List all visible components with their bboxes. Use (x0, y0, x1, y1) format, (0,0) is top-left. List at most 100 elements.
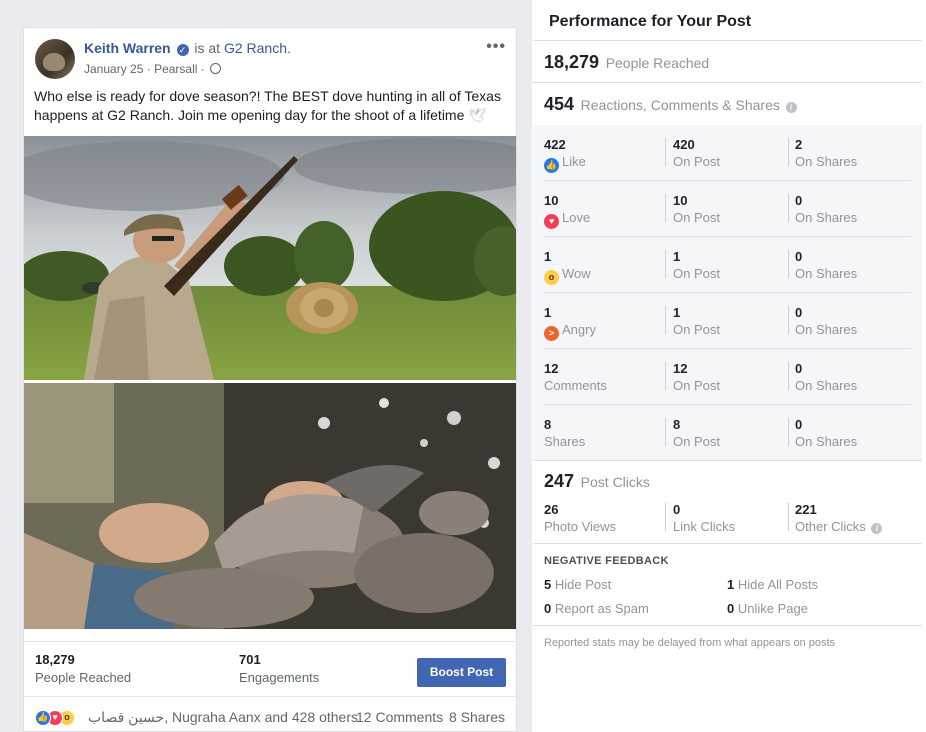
author-line: Keith Warren ✓ is at G2 Ranch. (84, 40, 291, 56)
spam-number: 0 (544, 601, 552, 616)
divider (533, 82, 922, 83)
globe-icon[interactable] (210, 63, 222, 74)
reaction-icons[interactable]: 👍 ♥ o (35, 708, 75, 726)
shares-count[interactable]: 8 Shares (449, 709, 505, 725)
hide-all-label: Hide All Posts (737, 577, 819, 592)
row-total-cell: 8 Shares (544, 418, 585, 450)
on-post-number: 10 (673, 193, 688, 208)
on-shares-cell: 0 On Shares (788, 249, 857, 281)
performance-panel: Performance for Your Post 18,279 People … (533, 0, 922, 732)
doves-photo-image (24, 383, 516, 629)
on-post-cell: 420 On Post (665, 137, 720, 169)
row-label-text: Angry (562, 322, 596, 337)
hunter-photo-image (24, 136, 516, 380)
post-location[interactable]: Pearsall (154, 62, 197, 76)
post-clicks-row: 247 Post Clicks (544, 471, 650, 492)
on-shares-label: On Shares (795, 154, 858, 169)
link-clicks-label: Link Clicks (673, 519, 736, 534)
engagements-label: Engagements (239, 670, 320, 685)
on-shares-cell: 2 On Shares (788, 138, 857, 169)
more-options-icon[interactable]: ••• (486, 38, 506, 56)
row-total-cell: 10 ♥ Love (544, 194, 590, 229)
on-shares-number: 0 (795, 417, 803, 432)
on-post-number: 420 (673, 137, 695, 152)
row-label: > Angry (544, 321, 596, 341)
row-label-text: Love (562, 210, 591, 225)
divider (533, 460, 922, 461)
on-post-label: On Post (673, 210, 720, 225)
people-reached-row: 18,279 People Reached (544, 52, 709, 73)
meta-separator: · (200, 62, 205, 76)
post-meta: January 25 · Pearsall · (84, 62, 222, 76)
post-pane: Keith Warren ✓ is at G2 Ranch. January 2… (0, 0, 532, 732)
link-clicks-cell: 0 Link Clicks (665, 503, 735, 534)
row-label: Shares (544, 434, 586, 449)
like-icon: 👍 (544, 158, 559, 173)
post-stats-bar: 18,279 People Reached 701 Engagements Bo… (24, 641, 516, 696)
author-name[interactable]: Keith Warren (84, 40, 171, 56)
people-reached-label: People Reached (35, 670, 132, 685)
info-icon[interactable]: i (871, 523, 883, 534)
people-reached-stat: 18,279 People Reached (35, 652, 131, 685)
other-clicks-label: Other Clicks (795, 519, 866, 534)
on-post-number: 8 (673, 417, 681, 432)
hide-post-number: 5 (544, 577, 552, 592)
on-shares-cell: 0 On Shares (788, 362, 857, 393)
place-link[interactable]: G2 Ranch. (224, 40, 291, 56)
comments-row: 12 Comments 12 On Post 0 On Shares (533, 349, 922, 405)
on-shares-cell: 0 On Shares (788, 417, 857, 449)
post-photo-hunter[interactable] (24, 136, 516, 380)
on-shares-number: 0 (795, 193, 803, 208)
post-card: Keith Warren ✓ is at G2 Ranch. January 2… (23, 27, 517, 732)
unlike-number: 0 (727, 601, 735, 616)
people-reached-total: 18,279 (544, 52, 600, 72)
hide-all-number: 1 (727, 577, 735, 592)
reactions-comments-shares-row: 454 Reactions, Comments & Shares i (544, 94, 797, 115)
other-clicks-number: 221 (795, 502, 817, 517)
other-clicks-cell: 221 Other Clicks i (788, 502, 883, 534)
people-reached-number: 18,279 (35, 652, 75, 667)
on-post-cell: 1 On Post (665, 306, 720, 337)
photo-views-label: Photo Views (544, 519, 617, 534)
unlike-page-stat: 0 Unlike Page (727, 601, 808, 616)
row-label: o Wow (544, 265, 591, 285)
reaction-row-wow: 1 o Wow 1 On Post 0 On Shares (533, 237, 922, 293)
on-post-label: On Post (673, 322, 720, 337)
on-shares-cell: 0 On Shares (788, 193, 857, 225)
post-date[interactable]: January 25 (84, 62, 143, 76)
comments-count[interactable]: 12 Comments (356, 709, 443, 725)
on-post-cell: 8 On Post (665, 417, 720, 449)
row-label-text: Wow (562, 266, 591, 281)
post-clicks-caption: Post Clicks (580, 474, 650, 490)
on-shares-number: 0 (795, 249, 803, 264)
boost-post-button[interactable]: Boost Post (417, 658, 506, 687)
wow-icon: o (544, 270, 559, 285)
rcs-caption: Reactions, Comments & Shares (580, 97, 780, 113)
on-post-cell: 12 On Post (665, 362, 720, 393)
row-total: 10 (544, 193, 559, 208)
reaction-row-like: 422 👍 Like 420 On Post 2 On Shares (533, 125, 922, 181)
post-text: Who else is ready for dove season?! The … (34, 87, 512, 125)
info-icon[interactable]: i (785, 102, 797, 113)
row-label: 👍 Like (544, 153, 586, 173)
row-total: 1 (544, 305, 552, 320)
divider (533, 543, 922, 544)
is-at-text: is at (194, 40, 221, 56)
post-photo-doves[interactable] (24, 383, 516, 629)
row-label: ♥ Love (544, 209, 590, 229)
clicks-breakdown: 26 Photo Views 0 Link Clicks 221 Other C… (533, 503, 922, 543)
angry-icon: > (544, 326, 559, 341)
post-clicks-total: 247 (544, 471, 575, 491)
meta-separator: · (146, 62, 151, 76)
performance-title: Performance for Your Post (549, 13, 752, 30)
row-total: 8 (544, 417, 552, 432)
on-shares-label: On Shares (795, 210, 858, 225)
dove-emoji: 🕊 (468, 107, 487, 123)
on-shares-cell: 0 On Shares (788, 306, 857, 337)
post-header: Keith Warren ✓ is at G2 Ranch. January 2… (24, 28, 516, 79)
other-clicks-label-wrap: Other Clicks i (795, 518, 883, 535)
avatar[interactable] (35, 39, 75, 79)
hide-all-posts-stat: 1 Hide All Posts (727, 577, 818, 592)
reactors-names[interactable]: حسين قصاب, Nugraha Aanx and 428 others (88, 709, 358, 726)
row-label: Comments (544, 378, 607, 393)
